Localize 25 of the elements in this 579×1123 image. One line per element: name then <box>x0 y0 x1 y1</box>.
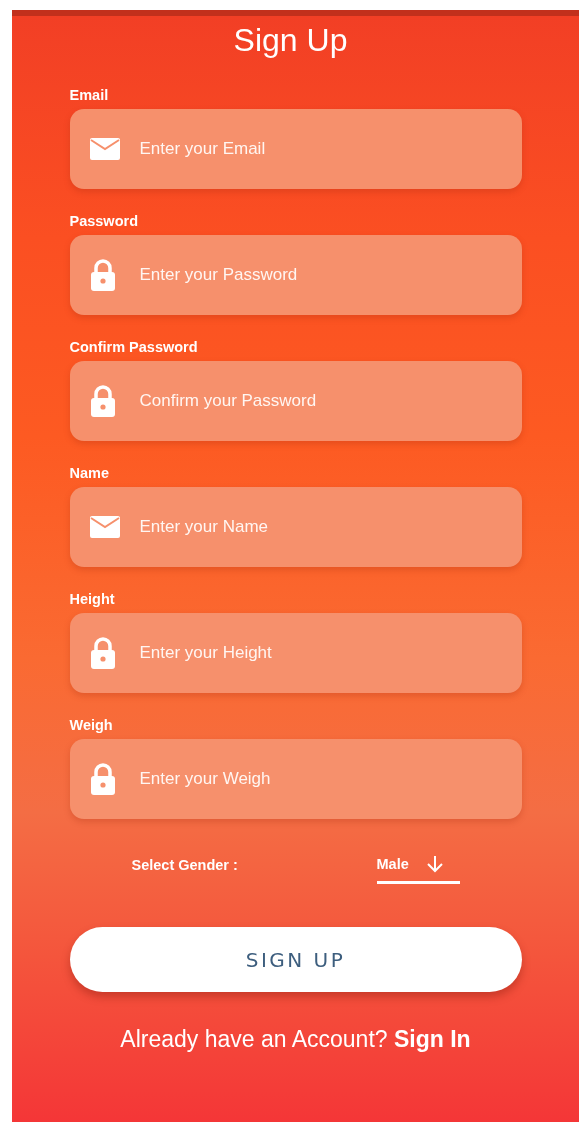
lock-icon <box>89 259 116 291</box>
input-field[interactable]: Enter your Email <box>69 109 522 189</box>
input-field[interactable]: Enter your Password <box>69 235 522 315</box>
field-label: Email <box>69 86 110 105</box>
input-field[interactable]: Enter your Height <box>69 613 522 693</box>
envelope-icon <box>89 138 120 160</box>
field-label: Name <box>69 464 110 483</box>
field-label: Height <box>69 590 116 609</box>
input-field[interactable]: Enter your Name <box>69 487 522 567</box>
arrow-down-icon <box>426 855 443 873</box>
lock-icon <box>89 637 116 669</box>
sign-in-link[interactable]: Sign In <box>394 1026 471 1052</box>
envelope-icon <box>89 516 120 538</box>
lock-icon <box>89 763 116 795</box>
lock-icon <box>89 385 116 417</box>
field-label: Confirm Password <box>69 338 199 357</box>
input-field[interactable]: Enter your Weigh <box>69 739 522 819</box>
field-label: Password <box>69 212 139 231</box>
input-field[interactable]: Confirm your Password <box>69 361 522 441</box>
sign-in-prompt: Already have an Account? Sign In <box>120 1026 471 1053</box>
field-label: Weigh <box>69 716 114 735</box>
gender-dropdown[interactable]: Male <box>376 855 460 884</box>
sign-up-button[interactable]: SIGN UP <box>69 927 522 992</box>
gender-label: Select Gender : <box>131 857 238 873</box>
page-title: Sign Up <box>233 21 348 60</box>
